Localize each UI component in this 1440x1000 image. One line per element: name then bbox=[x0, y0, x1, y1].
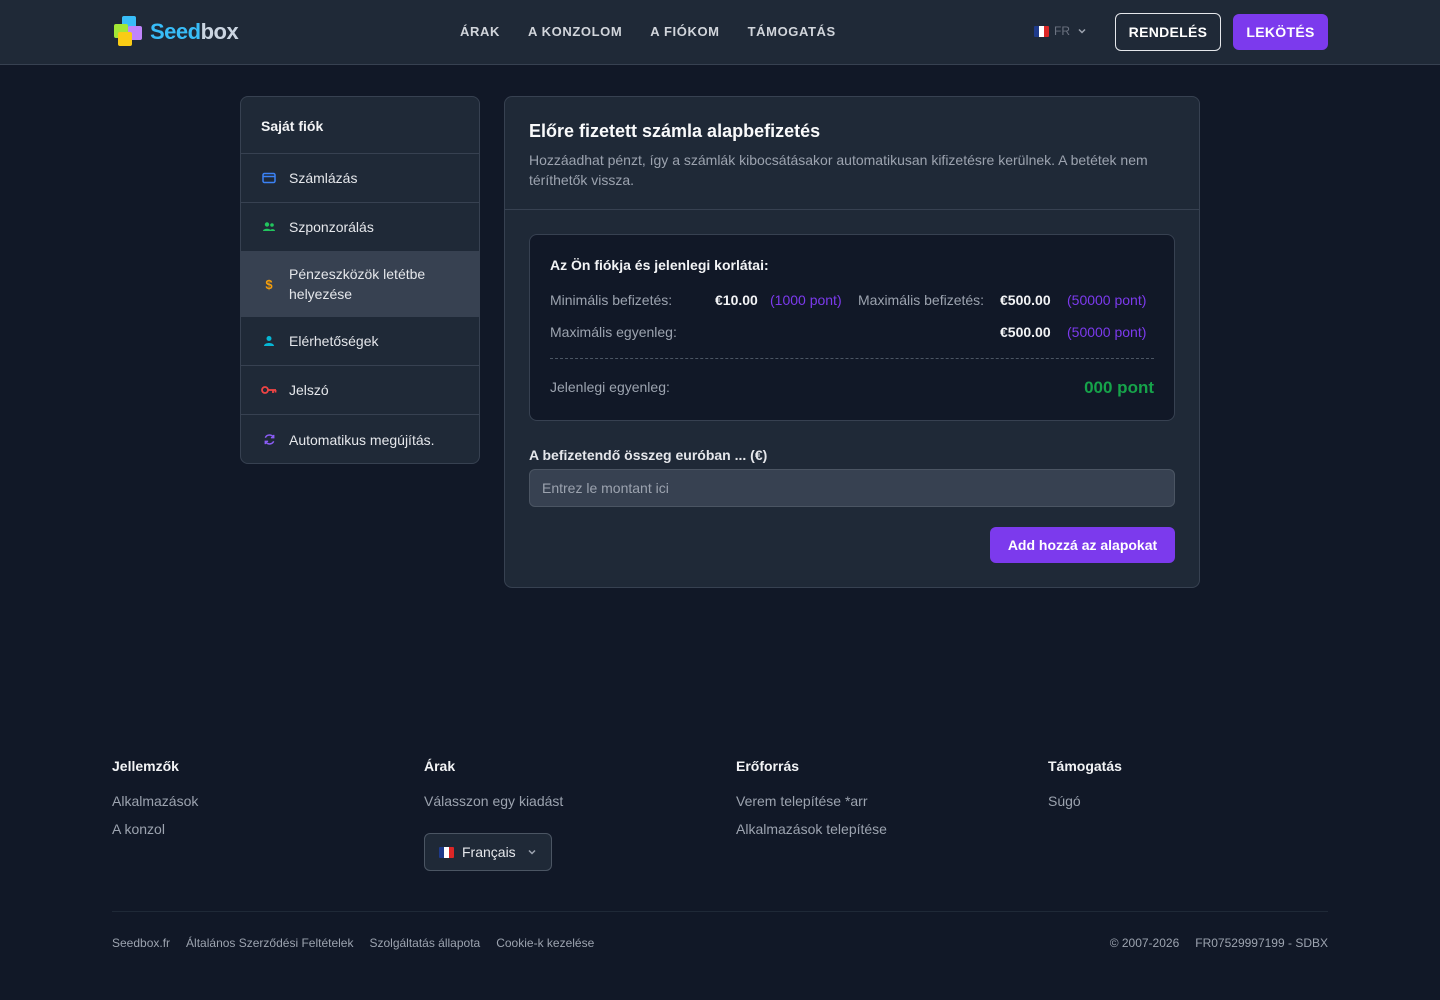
footer-legal: © 2007-2026 FR07529997199 - SDBX bbox=[1094, 936, 1328, 950]
max-balance-label: Maximális egyenleg: bbox=[550, 324, 677, 340]
footer-link-apps[interactable]: Alkalmazások bbox=[112, 792, 198, 810]
chevron-down-icon bbox=[1078, 28, 1086, 34]
max-deposit-label: Maximális befizetés: bbox=[858, 292, 985, 308]
card-header: Előre fizetett számla alapbefizetés Hozz… bbox=[505, 97, 1199, 210]
footer-link-stack-install[interactable]: Verem telepítése *arr bbox=[736, 792, 887, 810]
footer-col-pricing: Árak Válasszon egy kiadást bbox=[424, 758, 563, 820]
deposit-card: Előre fizetett számla alapbefizetés Hozz… bbox=[504, 96, 1200, 588]
amount-label: A befizetendő összeg euróban ... (€) bbox=[529, 447, 768, 463]
footer-link-cookies[interactable]: Cookie-k kezelése bbox=[496, 936, 594, 950]
footer-divider bbox=[112, 911, 1328, 912]
seedbox-logo[interactable]: Seedbox bbox=[114, 16, 246, 48]
account-sidebar: Saját fiók Számlázás Szponzorálás $ Pénz… bbox=[240, 96, 480, 464]
company-id: FR07529997199 - SDBX bbox=[1195, 936, 1328, 950]
limits-title: Az Ön fiókja és jelenlegi korlátai: bbox=[550, 257, 769, 273]
sidebar-item-password[interactable]: Jelszó bbox=[241, 366, 479, 415]
language-select-value: Français bbox=[462, 844, 516, 860]
footer-col-features: Jellemzők Alkalmazások A konzol bbox=[112, 758, 198, 848]
min-deposit-value: €10.00 bbox=[715, 292, 758, 308]
sidebar-item-sponsorship[interactable]: Szponzorálás bbox=[241, 203, 479, 252]
footer-link-console[interactable]: A konzol bbox=[112, 820, 198, 838]
footer-col-title: Erőforrás bbox=[736, 758, 800, 774]
footer-link-status[interactable]: Szolgáltatás állapota bbox=[369, 936, 480, 950]
account-limits-panel: Az Ön fiókja és jelenlegi korlátai: Mini… bbox=[529, 234, 1175, 421]
min-deposit-points: (1000 pont) bbox=[770, 292, 842, 308]
max-balance-points: (50000 pont) bbox=[1067, 324, 1147, 340]
sidebar-item-contacts[interactable]: Elérhetőségek bbox=[241, 317, 479, 366]
footer-link-site[interactable]: Seedbox.fr bbox=[112, 936, 170, 950]
footer-col-title: Támogatás bbox=[1048, 758, 1122, 774]
sidebar-item-label: Pénzeszközök letétbe helyezése bbox=[289, 266, 426, 302]
footer-language-select[interactable]: Français bbox=[424, 833, 552, 871]
footer-link-help[interactable]: Súgó bbox=[1048, 792, 1122, 810]
max-balance-value: €500.00 bbox=[1000, 324, 1051, 340]
top-navbar: Seedbox ÁRAK A KONZOLOM A FIÓKOM TÁMOGAT… bbox=[0, 0, 1440, 65]
footer-col-support: Támogatás Súgó bbox=[1048, 758, 1122, 820]
logo-text: Seedbox bbox=[150, 19, 239, 44]
page-title: Előre fizetett számla alapbefizetés bbox=[529, 121, 821, 141]
footer-link-apps-install[interactable]: Alkalmazások telepítése bbox=[736, 820, 887, 838]
footer-bottom-links: Seedbox.fr Általános Szerződési Feltétel… bbox=[112, 936, 610, 950]
login-button[interactable]: LEKÖTÉS bbox=[1233, 14, 1328, 50]
page-description: Hozzáadhat pénzt, így a számlák kibocsát… bbox=[529, 152, 1148, 188]
dollar-icon: $ bbox=[265, 276, 273, 292]
sidebar-item-label: Jelszó bbox=[289, 382, 329, 398]
user-icon bbox=[261, 333, 277, 349]
sidebar-title: Saját fiók bbox=[241, 97, 479, 154]
nav-my-account[interactable]: A FIÓKOM bbox=[650, 24, 719, 39]
current-balance-label: Jelenlegi egyenleg: bbox=[550, 379, 670, 395]
france-flag-icon bbox=[1034, 25, 1049, 37]
order-button[interactable]: RENDELÉS bbox=[1115, 13, 1221, 51]
refresh-icon bbox=[261, 432, 277, 448]
current-balance-value: 000 pont bbox=[1084, 378, 1154, 397]
nav-pricing[interactable]: ÁRAK bbox=[460, 24, 500, 39]
divider bbox=[550, 358, 1154, 359]
sidebar-item-billing[interactable]: Számlázás bbox=[241, 154, 479, 203]
nav-my-console[interactable]: A KONZOLOM bbox=[528, 24, 622, 39]
add-funds-button[interactable]: Add hozzá az alapokat bbox=[990, 527, 1175, 563]
footer-col-title: Árak bbox=[424, 758, 456, 774]
amount-input[interactable] bbox=[529, 469, 1175, 507]
france-flag-icon bbox=[439, 846, 454, 858]
key-icon bbox=[261, 382, 277, 398]
chevron-down-icon bbox=[528, 849, 536, 855]
main-nav: ÁRAK A KONZOLOM A FIÓKOM TÁMOGATÁS bbox=[460, 24, 864, 39]
copyright: © 2007-2026 bbox=[1109, 936, 1180, 950]
footer-col-title: Jellemzők bbox=[112, 758, 179, 774]
min-deposit-label: Minimális befizetés: bbox=[550, 292, 673, 308]
sidebar-item-auto-renewal[interactable]: Automatikus megújítás. bbox=[241, 415, 479, 463]
sidebar-item-label: Automatikus megújítás. bbox=[289, 431, 435, 448]
footer-link-choose-edition[interactable]: Válasszon egy kiadást bbox=[424, 792, 563, 810]
max-deposit-value: €500.00 bbox=[1000, 292, 1051, 308]
sidebar-item-label: Szponzorálás bbox=[289, 219, 374, 235]
footer-link-terms[interactable]: Általános Szerződési Feltételek bbox=[186, 936, 353, 950]
logo-cubes-icon bbox=[114, 16, 148, 48]
max-deposit-points: (50000 pont) bbox=[1067, 292, 1147, 308]
users-icon bbox=[261, 219, 277, 235]
language-switcher[interactable]: FR bbox=[1034, 24, 1088, 38]
sidebar-item-deposit-funds[interactable]: $ Pénzeszközök letétbe helyezése bbox=[241, 252, 479, 317]
credit-card-icon bbox=[261, 170, 277, 186]
sidebar-item-label: Elérhetőségek bbox=[289, 333, 379, 349]
sidebar-item-label: Számlázás bbox=[289, 170, 358, 186]
footer-col-resources: Erőforrás Verem telepítése *arr Alkalmaz… bbox=[736, 758, 887, 848]
language-code: FR bbox=[1054, 24, 1070, 38]
nav-support[interactable]: TÁMOGATÁS bbox=[748, 24, 836, 39]
